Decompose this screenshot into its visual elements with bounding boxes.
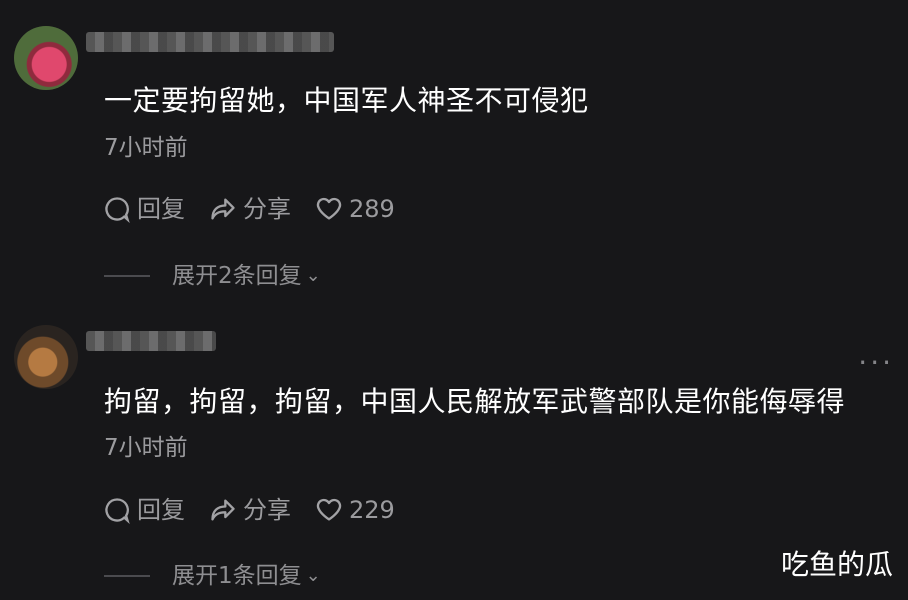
like-button[interactable]: 289: [315, 194, 395, 224]
watermark: 吃鱼的瓜: [780, 548, 893, 581]
username-blur[interactable]: [86, 32, 334, 52]
reply-button[interactable]: 回复: [103, 194, 185, 224]
divider-line: [104, 575, 150, 577]
expand-replies-label: 展开1条回复: [172, 563, 302, 589]
share-label: 分享: [243, 195, 291, 223]
comment-actions: 回复 分享 289: [103, 194, 419, 224]
reply-button[interactable]: 回复: [103, 495, 185, 525]
share-button[interactable]: 分享: [209, 495, 291, 525]
like-count: 289: [349, 195, 395, 223]
share-icon: [211, 499, 235, 521]
username-blur[interactable]: [86, 331, 216, 351]
reply-label: 回复: [137, 496, 185, 524]
avatar[interactable]: [14, 26, 78, 90]
expand-replies[interactable]: 展开1条回复 ⌄: [104, 562, 321, 590]
comment-text: 一定要拘留她，中国军人神圣不可侵犯: [104, 84, 589, 117]
chevron-down-icon: ⌄: [305, 265, 321, 286]
heart-icon: [316, 498, 342, 521]
comment-time: 7小时前: [104, 435, 188, 461]
comment-actions: 回复 分享 229: [103, 495, 419, 525]
avatar[interactable]: [14, 325, 78, 389]
more-options-button[interactable]: ···: [858, 346, 894, 379]
chevron-down-icon: ⌄: [305, 565, 321, 586]
like-count: 229: [349, 496, 395, 524]
share-label: 分享: [243, 496, 291, 524]
divider-line: [104, 275, 150, 277]
heart-icon: [316, 197, 342, 220]
share-button[interactable]: 分享: [209, 194, 291, 224]
expand-replies[interactable]: 展开2条回复 ⌄: [104, 262, 321, 290]
reply-label: 回复: [137, 195, 185, 223]
share-icon: [211, 198, 235, 220]
comment-time: 7小时前: [104, 135, 188, 161]
reply-icon: [105, 197, 130, 223]
expand-replies-label: 展开2条回复: [172, 263, 302, 289]
like-button[interactable]: 229: [315, 495, 395, 525]
reply-icon: [105, 498, 130, 524]
comment-text: 拘留，拘留，拘留，中国人民解放军武警部队是你能侮辱得: [104, 385, 846, 418]
